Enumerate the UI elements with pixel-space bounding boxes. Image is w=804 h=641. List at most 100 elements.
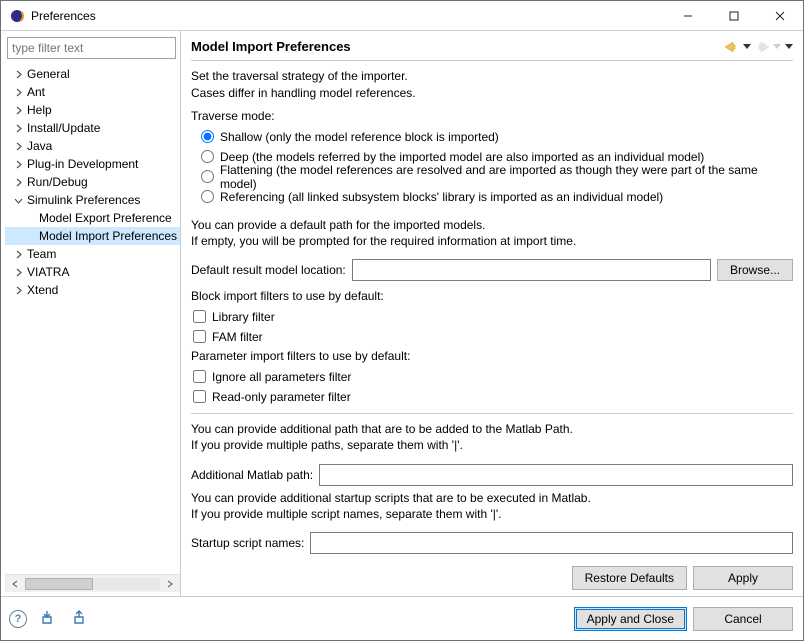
- checkbox-option[interactable]: Library filter: [191, 307, 793, 327]
- startup-scripts-input[interactable]: [310, 532, 793, 554]
- default-path-input[interactable]: [352, 259, 711, 281]
- scroll-track[interactable]: [25, 578, 160, 590]
- tree-item-label: Simulink Preferences: [27, 193, 140, 207]
- checkbox[interactable]: [193, 310, 206, 323]
- block-filters-group: Library filter FAM filter: [191, 307, 793, 347]
- chevron-right-icon[interactable]: [11, 85, 25, 99]
- apply-button[interactable]: Apply: [693, 566, 793, 590]
- startup-scripts-text: You can provide additional startup scrip…: [191, 490, 793, 522]
- checkbox[interactable]: [193, 330, 206, 343]
- chevron-right-icon[interactable]: [11, 265, 25, 279]
- radio-referencing[interactable]: [201, 190, 214, 203]
- back-dropdown-icon[interactable]: [743, 44, 751, 50]
- tree-item[interactable]: VIATRA: [5, 263, 180, 281]
- traverse-option[interactable]: Shallow (only the model reference block …: [201, 127, 793, 147]
- cancel-button[interactable]: Cancel: [693, 607, 793, 631]
- radio-flattening[interactable]: [201, 170, 214, 183]
- close-button[interactable]: [757, 1, 803, 31]
- browse-button[interactable]: Browse...: [717, 259, 793, 281]
- tree-item[interactable]: Xtend: [5, 281, 180, 299]
- forward-dropdown-icon[interactable]: [773, 44, 781, 50]
- matlab-path-label: Additional Matlab path:: [191, 468, 313, 482]
- default-path-text: You can provide a default path for the i…: [191, 217, 793, 249]
- export-prefs-icon[interactable]: [73, 609, 91, 628]
- matlab-path-input[interactable]: [319, 464, 793, 486]
- checkbox-option[interactable]: Ignore all parameters filter: [191, 367, 793, 387]
- sidebar: General Ant Help Install/Update Java Plug-in …: [1, 31, 181, 596]
- tree-item[interactable]: Team: [5, 245, 180, 263]
- checkbox[interactable]: [193, 390, 206, 403]
- radio-label: Flattening (the model references are res…: [220, 163, 793, 191]
- minimize-button[interactable]: [665, 1, 711, 31]
- preference-tree[interactable]: General Ant Help Install/Update Java Plug-in …: [5, 65, 180, 574]
- tree-item-label: Plug-in Development: [27, 157, 138, 171]
- tree-item[interactable]: Model Import Preferences: [5, 227, 180, 245]
- tree-item-label: Ant: [27, 85, 45, 99]
- tree-item-label: Java: [27, 139, 52, 153]
- chevron-right-icon[interactable]: [11, 283, 25, 297]
- tree-item[interactable]: Help: [5, 101, 180, 119]
- checkbox-label: Library filter: [212, 310, 275, 324]
- window-title: Preferences: [31, 9, 665, 23]
- param-filters-label: Parameter import filters to use by defau…: [191, 349, 793, 363]
- back-icon[interactable]: [725, 42, 739, 52]
- page-title: Model Import Preferences: [191, 39, 351, 54]
- checkbox-label: Read-only parameter filter: [212, 390, 351, 404]
- page-nav: [725, 42, 793, 52]
- preferences-window: Preferences General Ant Help Install/Update…: [0, 0, 804, 641]
- import-prefs-icon[interactable]: [41, 609, 59, 628]
- horizontal-scrollbar[interactable]: [5, 574, 180, 592]
- startup-scripts-label: Startup script names:: [191, 536, 304, 550]
- radio-label: Referencing (all linked subsystem blocks…: [220, 190, 663, 204]
- traverse-option[interactable]: Flattening (the model references are res…: [201, 167, 793, 187]
- restore-defaults-button[interactable]: Restore Defaults: [572, 566, 687, 590]
- radio-label: Shallow (only the model reference block …: [220, 130, 499, 144]
- tree-item-label: Install/Update: [27, 121, 100, 135]
- scroll-left-icon[interactable]: [7, 577, 23, 591]
- tree-item-label: Model Export Preference: [39, 211, 172, 225]
- filter-input[interactable]: [7, 37, 176, 59]
- checkbox-label: FAM filter: [212, 330, 263, 344]
- help-icon[interactable]: ?: [9, 610, 27, 628]
- radio-shallow[interactable]: [201, 130, 214, 143]
- default-path-label: Default result model location:: [191, 263, 346, 277]
- matlab-path-text: You can provide additional path that are…: [191, 421, 793, 453]
- tree-item[interactable]: Plug-in Development: [5, 155, 180, 173]
- tree-item-label: Run/Debug: [27, 175, 88, 189]
- tree-item[interactable]: Simulink Preferences: [5, 191, 180, 209]
- chevron-right-icon[interactable]: [11, 175, 25, 189]
- chevron-down-icon[interactable]: [11, 193, 25, 207]
- checkbox[interactable]: [193, 370, 206, 383]
- checkbox-option[interactable]: FAM filter: [191, 327, 793, 347]
- tree-item-label: Xtend: [27, 283, 58, 297]
- scroll-right-icon[interactable]: [162, 577, 178, 591]
- tree-item[interactable]: General: [5, 65, 180, 83]
- radio-deep[interactable]: [201, 150, 214, 163]
- traverse-mode-group: Shallow (only the model reference block …: [201, 127, 793, 207]
- intro-text: Set the traversal strategy of the import…: [191, 68, 793, 100]
- main-panel: Model Import Preferences Set the travers…: [181, 31, 803, 596]
- chevron-right-icon[interactable]: [11, 139, 25, 153]
- tree-item-label: General: [27, 67, 70, 81]
- tree-item[interactable]: Install/Update: [5, 119, 180, 137]
- tree-item[interactable]: Model Export Preference: [5, 209, 180, 227]
- chevron-right-icon[interactable]: [11, 67, 25, 81]
- scroll-thumb[interactable]: [25, 578, 93, 590]
- chevron-right-icon[interactable]: [11, 121, 25, 135]
- view-menu-icon[interactable]: [785, 44, 793, 50]
- checkbox-option[interactable]: Read-only parameter filter: [191, 387, 793, 407]
- tree-item-label: Team: [27, 247, 56, 261]
- chevron-right-icon[interactable]: [11, 103, 25, 117]
- tree-item[interactable]: Run/Debug: [5, 173, 180, 191]
- block-filters-label: Block import filters to use by default:: [191, 289, 793, 303]
- chevron-right-icon[interactable]: [11, 157, 25, 171]
- traverse-mode-label: Traverse mode:: [191, 109, 793, 123]
- forward-icon[interactable]: [755, 42, 769, 52]
- app-icon: [9, 8, 25, 24]
- tree-item[interactable]: Java: [5, 137, 180, 155]
- maximize-button[interactable]: [711, 1, 757, 31]
- chevron-right-icon[interactable]: [11, 247, 25, 261]
- tree-item[interactable]: Ant: [5, 83, 180, 101]
- apply-and-close-button[interactable]: Apply and Close: [574, 607, 687, 631]
- tree-item-label: VIATRA: [27, 265, 69, 279]
